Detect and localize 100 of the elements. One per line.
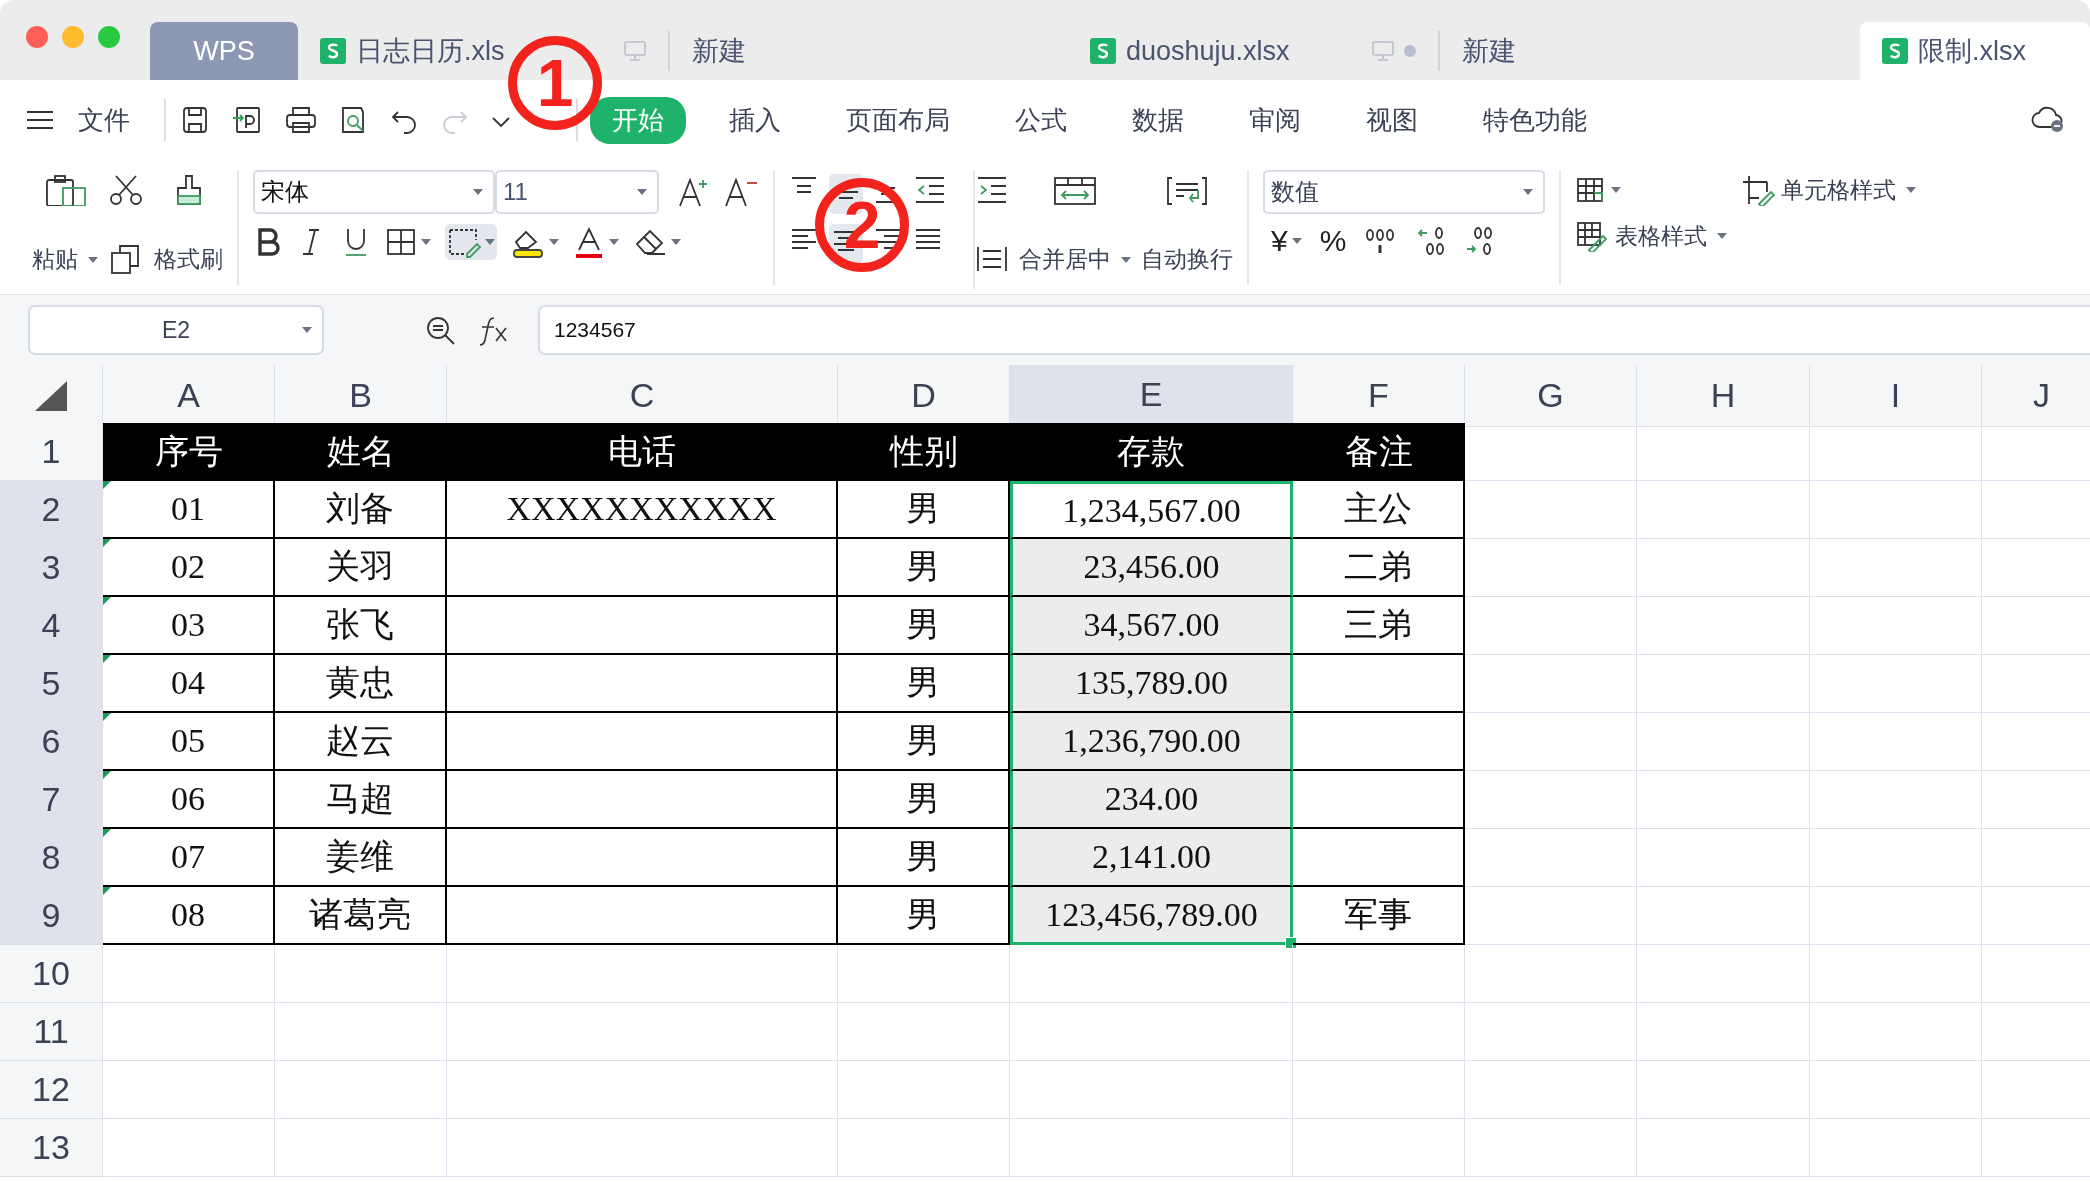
numbered-callout: 1 bbox=[508, 36, 602, 130]
merge-cells-icon[interactable] bbox=[1052, 174, 1098, 206]
ribbon-tab[interactable]: 公式 bbox=[993, 96, 1089, 144]
table-cell: 23,456.00 bbox=[1010, 539, 1293, 597]
merge-center-button[interactable]: 合并居中 bbox=[1019, 244, 1131, 275]
row-header[interactable]: 4 bbox=[0, 597, 103, 655]
column-header[interactable]: I bbox=[1810, 365, 1982, 427]
document-tab[interactable]: 限制.xlsx bbox=[1860, 22, 2090, 80]
row-header[interactable]: 6 bbox=[0, 713, 103, 771]
outdent-icon[interactable] bbox=[913, 174, 947, 206]
caret-icon[interactable] bbox=[1906, 187, 1916, 193]
header-cell: 性别 bbox=[838, 423, 1010, 481]
cell-format-icon[interactable] bbox=[447, 226, 481, 258]
wrap-text-button[interactable]: 自动换行 bbox=[1141, 244, 1233, 275]
table-cell: 张飞 bbox=[275, 597, 447, 655]
caret-icon[interactable] bbox=[609, 239, 619, 245]
document-tab[interactable]: duoshuju.xlsx bbox=[1068, 22, 1438, 80]
table-cell: 2,141.00 bbox=[1010, 829, 1293, 887]
paste-button[interactable]: 粘贴 bbox=[32, 244, 98, 275]
table-cell: 234.00 bbox=[1010, 771, 1293, 829]
column-header[interactable]: H bbox=[1637, 365, 1810, 427]
close-button[interactable] bbox=[26, 26, 48, 48]
increase-decimal-icon[interactable] bbox=[1416, 225, 1447, 257]
font-size-select[interactable]: 11 bbox=[495, 170, 659, 214]
column-header[interactable]: G bbox=[1465, 365, 1637, 427]
table-style-icon[interactable] bbox=[1575, 220, 1609, 252]
row-header[interactable]: 12 bbox=[0, 1061, 103, 1119]
font-select[interactable]: 宋体 bbox=[253, 170, 495, 214]
row-header[interactable]: 2 bbox=[0, 481, 103, 539]
caret-icon[interactable] bbox=[671, 239, 681, 245]
ribbon-tab[interactable]: 视图 bbox=[1344, 96, 1440, 144]
table-cell: 03 bbox=[103, 597, 275, 655]
table-cell: 08 bbox=[103, 887, 275, 945]
caret-icon[interactable] bbox=[637, 189, 647, 195]
indent-icon[interactable] bbox=[975, 174, 1009, 206]
table-style-button[interactable]: 表格样式 bbox=[1575, 220, 1916, 252]
table-cell: 07 bbox=[103, 829, 275, 887]
row-header[interactable]: 8 bbox=[0, 829, 103, 887]
row-header[interactable]: 10 bbox=[0, 945, 103, 1003]
header-cell: 序号 bbox=[103, 423, 275, 481]
row-header[interactable]: 11 bbox=[0, 1003, 103, 1061]
caret-icon[interactable] bbox=[302, 327, 312, 333]
numbered-callout: 2 bbox=[815, 178, 909, 272]
ribbon-tab[interactable]: 数据 bbox=[1110, 96, 1206, 144]
caret-icon[interactable] bbox=[1291, 238, 1302, 244]
file-menu[interactable]: 文件 bbox=[56, 96, 152, 144]
name-box[interactable]: E2 bbox=[28, 305, 324, 355]
ribbon-tab[interactable]: 插入 bbox=[707, 96, 803, 144]
table-cell: 02 bbox=[103, 539, 275, 597]
ribbon-tab[interactable]: 页面布局 bbox=[824, 96, 972, 144]
caret-icon[interactable] bbox=[485, 239, 495, 245]
font-color-icon[interactable] bbox=[573, 226, 605, 258]
percent-button[interactable]: % bbox=[1319, 224, 1347, 258]
decrease-font-icon[interactable] bbox=[723, 176, 759, 208]
number-format-select[interactable]: 数值 bbox=[1263, 170, 1545, 214]
table-cell: 34,567.00 bbox=[1010, 597, 1293, 655]
caret-icon[interactable] bbox=[1523, 189, 1533, 195]
table-cell: XXXXXXXXXXX bbox=[447, 481, 838, 539]
row-header[interactable]: 13 bbox=[0, 1119, 103, 1177]
borders-icon[interactable] bbox=[385, 226, 417, 258]
cell-style-button[interactable]: 单元格样式 bbox=[1741, 174, 1916, 206]
table-cell: 关羽 bbox=[275, 539, 447, 597]
table-cell: 1,234,567.00 bbox=[1010, 481, 1293, 539]
currency-button[interactable]: ¥ bbox=[1271, 224, 1302, 258]
wrap-text-icon[interactable] bbox=[1164, 174, 1210, 206]
ribbon-tab[interactable]: 审阅 bbox=[1227, 96, 1323, 144]
paste-icon[interactable] bbox=[43, 174, 87, 206]
document-tab[interactable]: 新建 bbox=[668, 31, 1068, 71]
monitor-icon bbox=[624, 41, 646, 61]
spreadsheet-file-icon bbox=[1882, 38, 1908, 64]
cell-style-icon[interactable] bbox=[1741, 174, 1775, 206]
formula-field[interactable]: 1234567 bbox=[538, 305, 2090, 355]
row-header[interactable]: 7 bbox=[0, 771, 103, 829]
caret-icon[interactable] bbox=[473, 189, 483, 195]
row-header[interactable]: 3 bbox=[0, 539, 103, 597]
select-all-icon[interactable] bbox=[35, 381, 67, 411]
caret-icon[interactable] bbox=[1717, 233, 1727, 239]
print-icon[interactable] bbox=[284, 104, 318, 136]
caret-icon[interactable] bbox=[549, 239, 559, 245]
scissors-icon[interactable] bbox=[108, 174, 144, 206]
format-painter-button[interactable]: 格式刷 bbox=[154, 244, 223, 275]
ribbon-tab[interactable]: 特色功能 bbox=[1461, 96, 1609, 144]
table-cell: 军事 bbox=[1293, 887, 1465, 945]
column-header[interactable]: J bbox=[1982, 365, 2090, 427]
fill-handle[interactable] bbox=[1285, 937, 1297, 949]
header-cell: 姓名 bbox=[275, 423, 447, 481]
table-cell: 06 bbox=[103, 771, 275, 829]
row-header[interactable]: 9 bbox=[0, 887, 103, 945]
row-header[interactable]: 5 bbox=[0, 655, 103, 713]
spreadsheet-file-icon bbox=[320, 38, 346, 64]
table-cell: 三弟 bbox=[1293, 597, 1465, 655]
table-cell: 二弟 bbox=[1293, 539, 1465, 597]
caret-icon[interactable] bbox=[421, 239, 431, 245]
decrease-decimal-icon[interactable] bbox=[1464, 225, 1495, 257]
header-cell: 电话 bbox=[447, 423, 838, 481]
caret-icon[interactable] bbox=[88, 256, 98, 263]
document-tab[interactable]: 新建 bbox=[1438, 31, 1838, 71]
table-cell: 主公 bbox=[1293, 481, 1465, 539]
caret-icon[interactable] bbox=[1611, 187, 1621, 193]
caret-icon[interactable] bbox=[1121, 256, 1131, 263]
